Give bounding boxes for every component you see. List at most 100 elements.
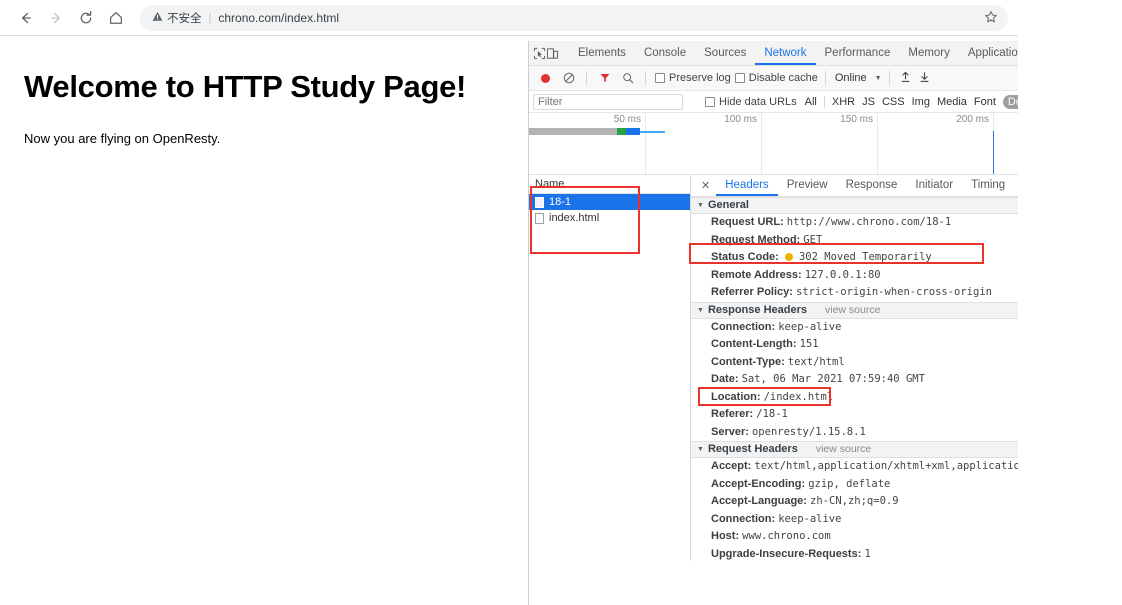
view-source-link-request[interactable]: view source (816, 441, 871, 458)
header-row-status-code: Status Code: 302 Moved Temporarily (691, 249, 1018, 267)
request-row-index-html[interactable]: index.html (529, 210, 690, 226)
device-toolbar-icon[interactable] (546, 43, 559, 64)
view-source-link-response[interactable]: view source (825, 302, 880, 319)
detail-tab-headers[interactable]: Headers (716, 175, 777, 196)
filter-funnel-icon[interactable] (594, 68, 615, 89)
filter-chip-xhr[interactable]: XHR (832, 96, 855, 108)
security-indicator[interactable]: 不安全 (152, 10, 202, 26)
tab-memory[interactable]: Memory (899, 41, 959, 65)
reload-button[interactable] (72, 4, 100, 32)
filter-chip-img[interactable]: Img (912, 96, 930, 108)
record-button-icon[interactable] (535, 68, 556, 89)
header-value: http://www.chrono.com/18-1 (786, 216, 952, 228)
header-row-host: Host: www.chrono.com (691, 528, 1018, 546)
filter-input[interactable] (533, 93, 683, 110)
disable-cache-checkbox[interactable]: Disable cache (734, 72, 818, 84)
overview-request-bar (529, 128, 665, 135)
header-value: gzip, deflate (808, 477, 891, 490)
inspect-element-icon[interactable] (533, 43, 546, 64)
toolbar-divider-4 (824, 71, 826, 85)
tab-elements[interactable]: Elements (569, 41, 635, 65)
header-value: openresty/1.15.8.1 (751, 425, 866, 438)
omnibox-separator: | (208, 11, 212, 24)
filter-chip-doc[interactable]: Doc (1002, 94, 1018, 109)
star-icon[interactable] (976, 10, 998, 26)
tab-application[interactable]: Application (959, 41, 1018, 65)
chevron-down-icon: ▼ (697, 202, 704, 209)
header-key: Status Code: (711, 251, 779, 263)
upload-icon[interactable] (897, 71, 914, 86)
filter-chip-all[interactable]: All (805, 96, 817, 108)
header-row-content-type: Content-Type: text/html (691, 354, 1018, 372)
header-key: Request URL: (711, 216, 784, 228)
throttling-value: Online (834, 72, 867, 84)
header-key: Request Method: (711, 233, 801, 246)
header-key: Accept-Language: (711, 495, 807, 507)
header-row-request-url: Request URL: http://www.chrono.com/18-1 (691, 214, 1018, 232)
header-value: GET (803, 233, 823, 246)
forward-button[interactable] (42, 4, 70, 32)
close-icon[interactable]: ✕ (695, 179, 716, 192)
header-value: text/html,application/xhtml+xml,applicat… (754, 460, 1018, 472)
header-value: /index.html (763, 390, 834, 403)
checkbox-box-disable-cache (734, 73, 745, 83)
devtools-panel: Elements Console Sources Network Perform… (528, 41, 1018, 605)
checkbox-box-hide-data-urls (705, 96, 715, 107)
throttling-dropdown[interactable]: Online ▼ (835, 72, 882, 84)
section-header-request-headers[interactable]: ▼ Request Headers view source (691, 441, 1018, 458)
address-bar[interactable]: 不安全 | chrono.com/index.html (140, 4, 1008, 31)
header-row-request-method: Request Method: GET (691, 232, 1018, 250)
detail-tab-preview[interactable]: Preview (778, 175, 837, 196)
header-row-connection-res: Connection: keep-alive (691, 319, 1018, 337)
detail-tabbar: ✕ Headers Preview Response Initiator Tim… (691, 175, 1018, 197)
header-row-accept: Accept: text/html,application/xhtml+xml,… (691, 458, 1018, 476)
url-text[interactable]: chrono.com/index.html (218, 11, 339, 25)
section-header-general[interactable]: ▼ General (691, 197, 1018, 214)
security-label: 不安全 (167, 12, 202, 25)
header-key: Remote Address: (711, 268, 802, 281)
header-key: Referrer Policy: (711, 286, 793, 298)
home-button[interactable] (102, 4, 130, 32)
toolbar-divider-2 (586, 71, 587, 85)
headers-content: ▼ General Request URL: http://www.chrono… (691, 197, 1018, 561)
filter-chip-font[interactable]: Font (974, 96, 996, 108)
tab-sources[interactable]: Sources (695, 41, 755, 65)
back-button[interactable] (12, 4, 40, 32)
preserve-log-label: Preserve log (669, 72, 731, 84)
reload-icon (80, 10, 92, 23)
toolbar-divider-3 (645, 71, 646, 85)
search-icon[interactable] (617, 68, 638, 89)
header-value: 1 (864, 547, 871, 560)
overview-load-event-line (993, 131, 994, 174)
filter-chip-js[interactable]: JS (862, 96, 875, 108)
header-row-connection-req: Connection: keep-alive (691, 511, 1018, 529)
filter-chip-media[interactable]: Media (937, 96, 967, 108)
section-header-response-headers[interactable]: ▼ Response Headers view source (691, 301, 1018, 319)
resource-type-filters: All XHR JS CSS Img Media Font Doc WS Man… (805, 94, 1018, 109)
download-icon[interactable] (916, 71, 933, 86)
checkbox-box-preserve-log (655, 73, 665, 83)
detail-tab-timing[interactable]: Timing (962, 175, 1014, 196)
header-row-location: Location: /index.html (691, 389, 1018, 407)
tab-console[interactable]: Console (635, 41, 695, 65)
preserve-log-checkbox[interactable]: Preserve log (655, 72, 731, 84)
hide-data-urls-checkbox[interactable]: Hide data URLs (705, 96, 797, 108)
filter-chip-css[interactable]: CSS (882, 96, 905, 108)
network-overview-timeline[interactable]: 50 ms 100 ms 150 ms 200 ms (529, 113, 1018, 175)
header-key: Connection: (711, 512, 776, 525)
toolbar-divider-5 (888, 71, 890, 85)
arrow-right-icon (51, 12, 61, 23)
clear-icon[interactable] (558, 68, 579, 89)
header-key: Referer: (711, 408, 754, 420)
detail-tab-initiator[interactable]: Initiator (906, 175, 962, 196)
header-key: Accept-Encoding: (711, 477, 806, 490)
detail-tab-response[interactable]: Response (837, 175, 907, 196)
header-key: Host: (711, 530, 740, 542)
tab-network[interactable]: Network (755, 41, 815, 65)
request-list-column-header[interactable]: Name (529, 175, 690, 194)
screen: 不安全 | chrono.com/index.html Welcome to H… (0, 0, 1122, 605)
tab-performance[interactable]: Performance (816, 41, 900, 65)
overview-tick-150ms: 150 ms (840, 114, 873, 125)
request-row-18-1[interactable]: 18-1 (529, 194, 690, 210)
header-value: 127.0.0.1:80 (804, 268, 881, 281)
